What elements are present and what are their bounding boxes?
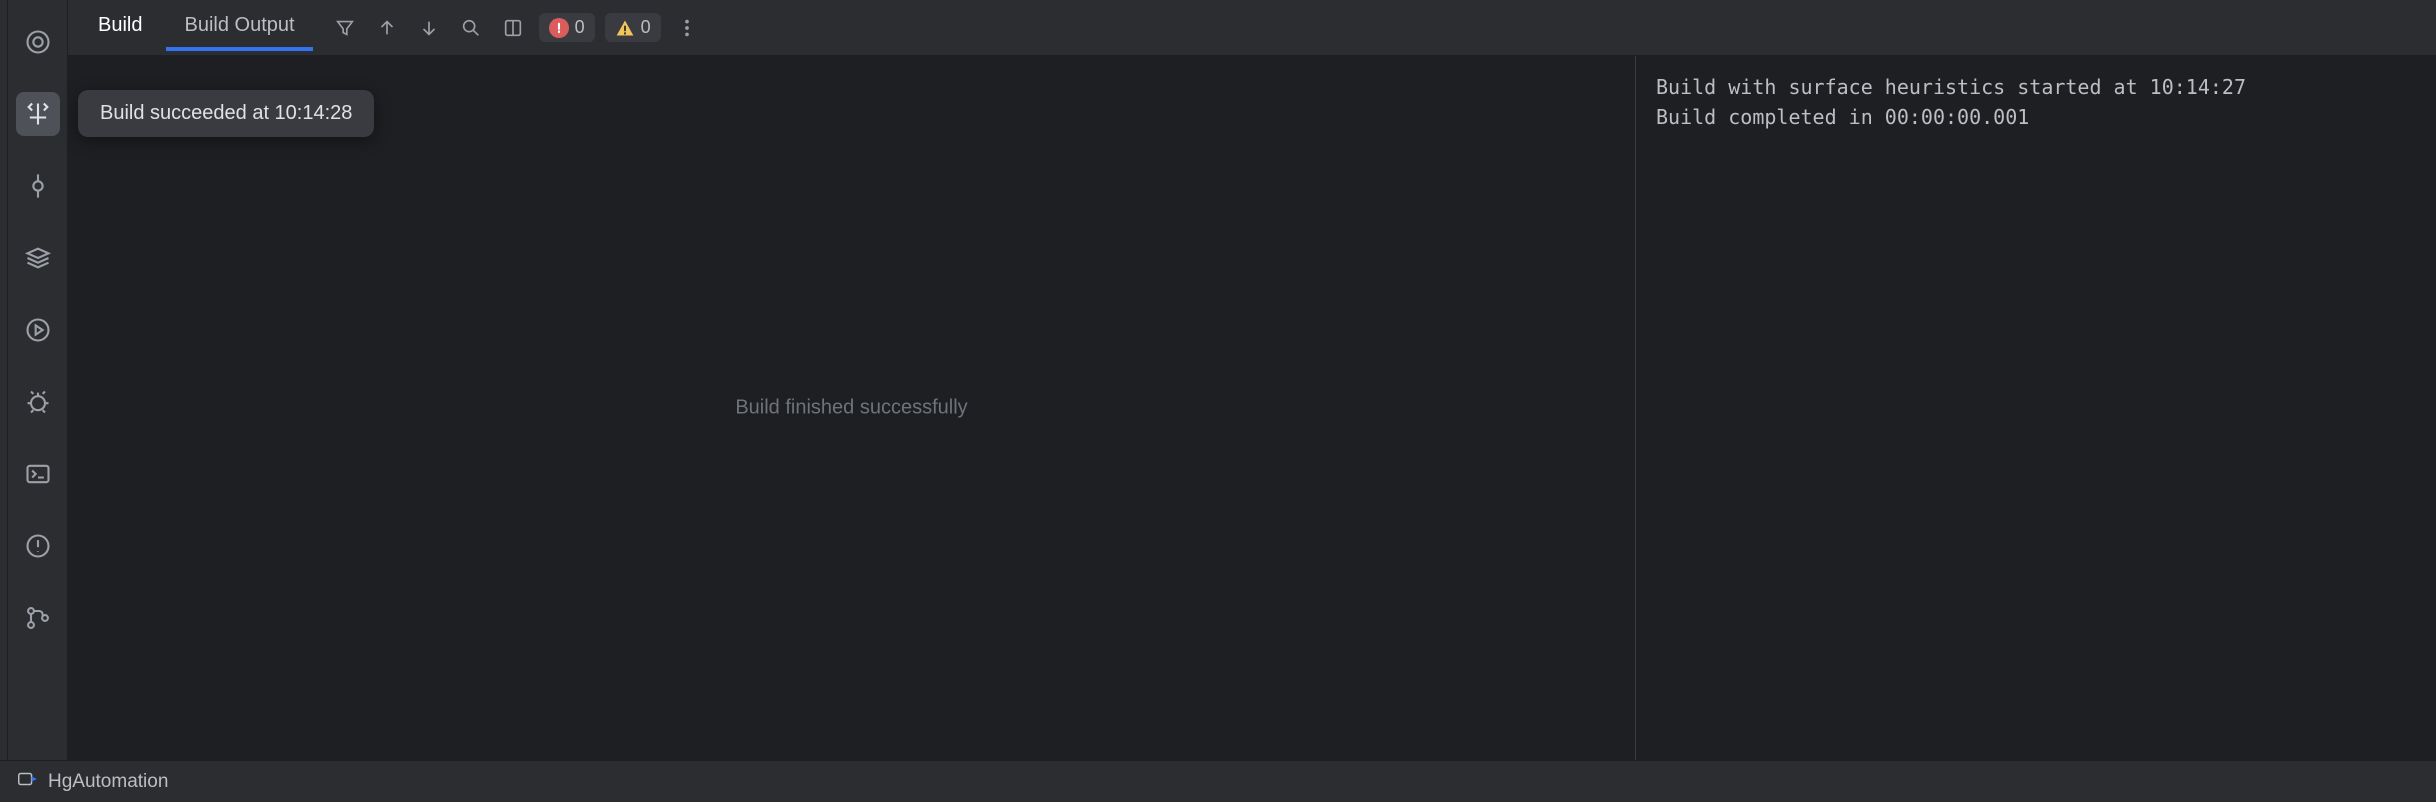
problems-tool-icon[interactable] — [16, 524, 60, 568]
tool-sidebar — [8, 0, 68, 760]
filter-icon[interactable] — [329, 12, 361, 44]
branch-name[interactable]: HgAutomation — [48, 771, 168, 793]
tab-build[interactable]: Build — [80, 4, 160, 51]
vcs-tool-icon[interactable] — [16, 596, 60, 640]
build-tool-icon[interactable] — [16, 92, 60, 136]
console-line: Build with surface heuristics started at… — [1656, 75, 2246, 99]
notifications-tool-icon[interactable] — [16, 20, 60, 64]
build-tab-bar: Build Build Output — [68, 0, 2436, 56]
arrow-up-icon[interactable] — [371, 12, 403, 44]
build-status-tooltip: Build succeeded at 10:14:28 — [78, 90, 374, 137]
build-result-message: Build finished successfully — [735, 397, 967, 420]
search-icon[interactable] — [455, 12, 487, 44]
vcs-status-icon[interactable] — [16, 768, 38, 796]
tab-build-output[interactable]: Build Output — [166, 4, 312, 51]
status-bar: HgAutomation — [0, 760, 2436, 802]
terminal-tool-icon[interactable] — [16, 452, 60, 496]
build-output-console: Build with surface heuristics started at… — [1636, 56, 2436, 760]
console-line: Build completed in 00:00:00.001 — [1656, 105, 2029, 129]
layout-icon[interactable] — [497, 12, 529, 44]
warning-count: 0 — [641, 17, 651, 38]
layers-tool-icon[interactable] — [16, 236, 60, 280]
error-count: 0 — [575, 17, 585, 38]
commit-tool-icon[interactable] — [16, 164, 60, 208]
error-counter[interactable]: 0 — [539, 13, 595, 42]
warning-icon — [615, 18, 635, 38]
warning-counter[interactable]: 0 — [605, 13, 661, 42]
arrow-down-icon[interactable] — [413, 12, 445, 44]
debug-tool-icon[interactable] — [16, 380, 60, 424]
error-icon — [549, 18, 569, 38]
run-tool-icon[interactable] — [16, 308, 60, 352]
more-icon[interactable] — [671, 12, 703, 44]
build-tree-panel: Build succeeded at 10:14:28 Build finish… — [68, 56, 1636, 760]
